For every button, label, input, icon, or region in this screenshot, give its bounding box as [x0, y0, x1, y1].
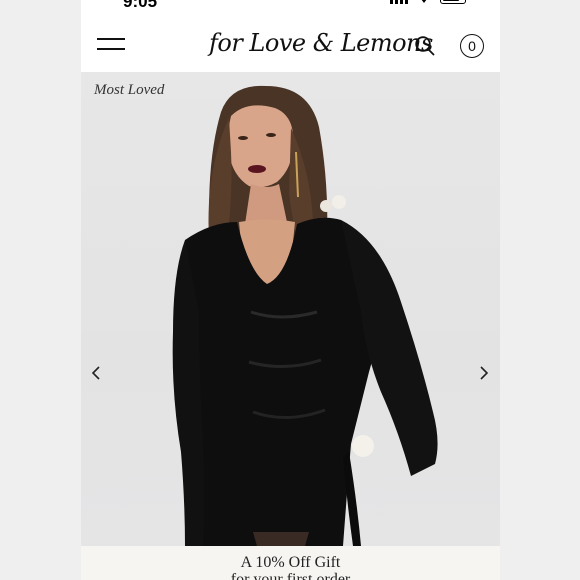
- promo-subtitle: for your first order: [230, 571, 351, 580]
- chevron-left-icon[interactable]: [89, 364, 103, 382]
- hero-carousel[interactable]: Most Loved: [81, 72, 500, 546]
- status-bar: 9:05: [81, 0, 500, 14]
- phone-screen: 9:05 for Love & Lemons 0 Most Loved A 10…: [81, 0, 500, 580]
- status-time: 9:05: [123, 0, 158, 11]
- right-backdrop: [500, 0, 580, 580]
- chevron-right-icon[interactable]: [477, 364, 491, 382]
- status-icons: [390, 0, 466, 4]
- battery-icon: [440, 0, 466, 4]
- hamburger-menu-icon[interactable]: [97, 38, 125, 52]
- site-header: for Love & Lemons 0: [81, 14, 500, 72]
- cart-button[interactable]: 0: [460, 34, 484, 58]
- signal-icon: [390, 0, 408, 4]
- promo-banner[interactable]: A 10% Off Gift for your first order: [81, 546, 500, 580]
- wifi-icon: [421, 0, 427, 3]
- search-icon[interactable]: [414, 35, 436, 57]
- brand-logo[interactable]: for Love & Lemons: [209, 26, 433, 60]
- product-image: [172, 85, 438, 546]
- promo-title: A 10% Off Gift: [240, 554, 341, 571]
- most-loved-badge: Most Loved: [94, 82, 165, 98]
- left-backdrop: [0, 0, 81, 580]
